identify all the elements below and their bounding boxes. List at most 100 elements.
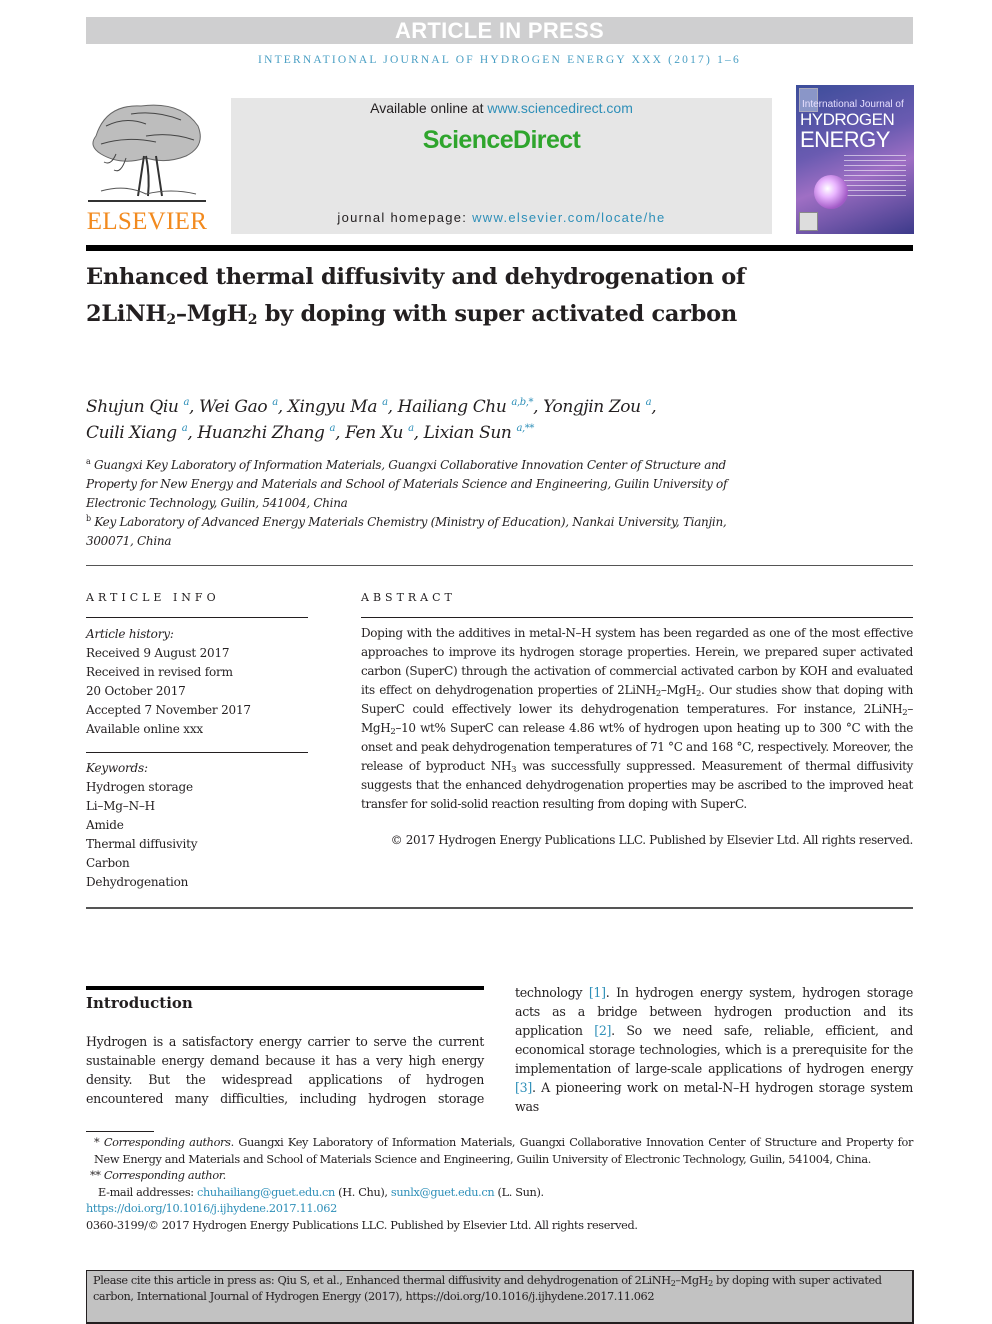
author[interactable]: Wei Gao a (199, 397, 278, 417)
keyword: Dehydrogenation (86, 875, 189, 889)
journal-homepage-link[interactable]: www.elsevier.com/locate/he (472, 210, 665, 225)
affiliation-mark: b (86, 514, 91, 523)
elsevier-logo[interactable]: ELSEVIER (86, 96, 208, 238)
author[interactable]: Lixian Sun a,** (423, 423, 535, 443)
history-item: Received 9 August 2017 (86, 646, 230, 660)
keyword: Carbon (86, 856, 130, 870)
email-owner: (L. Sun). (494, 1185, 545, 1199)
author-name: Hailiang Chu (397, 397, 507, 417)
keyword: Thermal diffusivity (86, 837, 198, 851)
author-name: Wei Gao (199, 397, 268, 417)
journal-running-head: INTERNATIONAL JOURNAL OF HYDROGEN ENERGY… (258, 54, 741, 66)
keywords: Keywords: Hydrogen storage Li–Mg–N–H Ami… (86, 759, 316, 892)
author-name: Lixian Sun (423, 423, 512, 443)
email-link-sun[interactable]: sunlx@guet.edu.cn (391, 1186, 495, 1199)
affiliation-divider (86, 565, 913, 566)
journal-cover-image[interactable]: International Journal of HYDROGEN ENERGY (796, 85, 914, 234)
author-affiliation-mark[interactable]: a (272, 397, 278, 408)
affiliation-b: b Key Laboratory of Advanced Energy Mate… (86, 513, 766, 551)
introduction-paragraph-right: technology [1]. In hydrogen energy syste… (515, 983, 913, 1116)
title-subscript-2: 2 (247, 312, 258, 328)
available-online: Available online at www.sciencedirect.co… (231, 100, 772, 116)
front-matter-divider (86, 907, 913, 909)
history-item: Received in revised form (86, 665, 233, 679)
abstract-text: Doping with the additives in metal-N–H s… (361, 624, 913, 814)
author-affiliation-mark[interactable]: a (382, 397, 388, 408)
article-info-heading: ARTICLE INFO (86, 591, 220, 604)
email-link-chu[interactable]: chuhailiang@guet.edu.cn (197, 1186, 335, 1199)
cover-title-line3: ENERGY (800, 127, 890, 152)
author-affiliation-mark[interactable]: a (182, 423, 188, 434)
author-name: Cuili Xiang (86, 423, 177, 443)
article-info-divider (86, 617, 308, 618)
author[interactable]: Hailiang Chu a,b,* (398, 397, 534, 417)
corresponding-authors-note: * Corresponding authors. Guangxi Key Lab… (86, 1135, 913, 1168)
doi-link[interactable]: https://doi.org/10.1016/j.ijhydene.2017.… (86, 1201, 913, 1218)
affiliation-mark: a (86, 457, 91, 466)
author[interactable]: Xingyu Ma a (288, 397, 388, 417)
reference-link[interactable]: [3] (515, 1080, 532, 1095)
footnotes: * Corresponding authors. Guangxi Key Lab… (86, 1135, 913, 1234)
corresponding-author-note: ** Corresponding author. (86, 1168, 913, 1185)
affiliation-a: a Guangxi Key Laboratory of Information … (86, 456, 766, 513)
author-name: Yongjin Zou (543, 397, 641, 417)
reference-link[interactable]: [1] (589, 985, 606, 1000)
cover-badge-icon (799, 212, 818, 231)
footnote-mark: * (94, 1136, 104, 1149)
sciencedirect-masthead: Available online at www.sciencedirect.co… (231, 98, 772, 234)
author-affiliation-mark[interactable]: a (646, 397, 652, 408)
sciencedirect-logo[interactable]: ScienceDirect (231, 126, 772, 155)
sciencedirect-link[interactable]: www.sciencedirect.com (487, 100, 633, 116)
author[interactable]: Yongjin Zou a (543, 397, 651, 417)
author-affiliation-mark[interactable]: a,b,* (511, 397, 533, 408)
author-name: Huanzhi Zhang (197, 423, 325, 443)
affiliation-text: Guangxi Key Laboratory of Information Ma… (86, 458, 728, 510)
elsevier-tree-icon (88, 104, 206, 202)
citation-segment: –MgH (675, 1274, 709, 1287)
title-text-2: –MgH (175, 301, 248, 327)
title-text-3: by doping with super activated carbon (257, 301, 737, 327)
email-label: E-mail addresses: (98, 1185, 197, 1199)
abstract-segment: –MgH (660, 683, 696, 697)
elsevier-wordmark: ELSEVIER (86, 208, 208, 235)
footnote-label: Corresponding author. (103, 1169, 226, 1182)
history-item: Available online xxx (86, 722, 203, 736)
paragraph-segment: technology (515, 985, 589, 1000)
article-title: Enhanced thermal diffusivity and dehydro… (86, 259, 806, 333)
author[interactable]: Cuili Xiang a (86, 423, 188, 443)
abstract-divider (361, 617, 913, 618)
cover-editor-list (844, 155, 906, 200)
author-affiliation-mark[interactable]: a (183, 397, 189, 408)
citation-box: Please cite this article in press as: Qi… (86, 1270, 914, 1324)
email-owner: (H. Chu), (334, 1185, 391, 1199)
footnote-label: Corresponding authors (103, 1136, 231, 1149)
history-item: 20 October 2017 (86, 684, 186, 698)
citation-text: Please cite this article in press as: Qi… (93, 1273, 908, 1305)
author-name: Fen Xu (345, 423, 404, 443)
keywords-label: Keywords: (86, 761, 148, 775)
article-in-press-banner: ARTICLE IN PRESS (86, 17, 913, 44)
author[interactable]: Fen Xu a (345, 423, 414, 443)
paragraph-segment: . A pioneering work on metal-N–H hydroge… (515, 1080, 913, 1114)
history-item: Accepted 7 November 2017 (86, 703, 251, 717)
author-affiliation-mark[interactable]: a (408, 423, 414, 434)
available-online-label: Available online at (370, 100, 488, 116)
cover-orb-graphic (814, 175, 848, 209)
section-rule (86, 986, 484, 990)
author[interactable]: Shujun Qiu a (86, 397, 189, 417)
author-affiliation-mark[interactable]: a (330, 423, 336, 434)
author[interactable]: Huanzhi Zhang a (197, 423, 335, 443)
header-divider (86, 245, 913, 251)
email-addresses: E-mail addresses: chuhailiang@guet.edu.c… (86, 1185, 913, 1202)
affiliations: a Guangxi Key Laboratory of Information … (86, 456, 766, 551)
issn-copyright: 0360-3199/© 2017 Hydrogen Energy Publica… (86, 1218, 638, 1232)
author-affiliation-mark[interactable]: a,** (516, 423, 534, 434)
reference-link[interactable]: [2] (594, 1023, 611, 1038)
journal-homepage: journal homepage: www.elsevier.com/locat… (231, 210, 772, 225)
citation-segment: Please cite this article in press as: Qi… (93, 1274, 671, 1287)
footnote-mark: ** (90, 1169, 104, 1182)
author-name: Shujun Qiu (86, 397, 179, 417)
cover-title-line1: International Journal of (802, 99, 904, 110)
article-history-label: Article history: (86, 627, 174, 641)
author-list: Shujun Qiu a, Wei Gao a, Xingyu Ma a, Ha… (86, 397, 657, 443)
